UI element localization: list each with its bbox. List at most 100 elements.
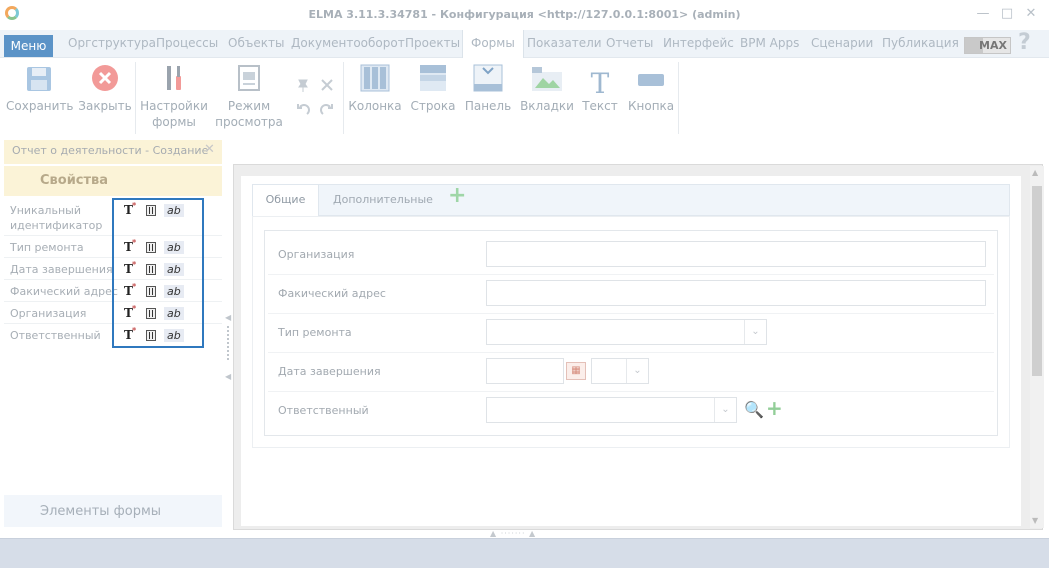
responsible-picker[interactable]: ⌄ — [486, 397, 737, 423]
row-label: Строка — [410, 99, 456, 113]
property-label-address[interactable]: Факический адрес — [10, 284, 122, 299]
max-toggle[interactable]: MAX — [964, 37, 1011, 54]
save-button[interactable]: Сохранить — [6, 64, 74, 114]
form-elements-header[interactable]: Элементы формы — [4, 495, 222, 527]
row-layout-icon — [410, 64, 456, 92]
form-settings-label-2: формы — [152, 115, 196, 129]
form-settings-label-1: Настройки — [140, 99, 208, 113]
field-label-repair-type: Тип ремонта — [278, 326, 352, 339]
wrench-screwdriver-icon — [140, 64, 208, 92]
scroll-down-icon[interactable]: ▼ — [1032, 516, 1038, 525]
property-label-unique-id[interactable]: Уникальный идентификатор — [10, 203, 114, 233]
calendar-icon[interactable]: ▦ — [566, 362, 586, 380]
form-settings-button[interactable]: Настройки формы — [140, 64, 208, 130]
property-label-organization[interactable]: Организация — [10, 306, 114, 321]
menu-item-projects[interactable]: Проекты — [397, 30, 468, 58]
window-title: ELMA 3.11.3.34781 - Конфигурация <http:/… — [308, 8, 741, 21]
menu-item-processes[interactable]: Процессы — [148, 30, 226, 58]
column-button[interactable]: Колонка — [348, 64, 402, 114]
chevron-down-icon[interactable]: ⌄ — [714, 398, 736, 422]
property-label-repair-type[interactable]: Тип ремонта — [10, 240, 114, 255]
menu-item-documents[interactable]: Документооборот — [283, 30, 413, 58]
property-label-line: идентификатор — [10, 219, 103, 232]
view-mode-label-2: просмотра — [215, 115, 283, 129]
button-shape-icon — [628, 64, 674, 92]
view-mode-label-1: Режим — [227, 99, 271, 113]
field-label-address: Факический адрес — [278, 287, 386, 300]
menu-item-bpm-apps[interactable]: BPM Apps — [732, 30, 807, 58]
text-button[interactable]: T Текст — [580, 64, 620, 114]
toolbar-separator — [343, 62, 344, 134]
tabs-button[interactable]: Вкладки — [520, 64, 574, 114]
field-label-responsible: Ответственный — [278, 404, 369, 417]
search-icon[interactable]: 🔍 — [744, 400, 764, 419]
button-button[interactable]: Кнопка — [628, 64, 674, 114]
repair-type-dropdown[interactable]: ⌄ — [486, 319, 767, 345]
add-tab-icon[interactable]: + — [448, 183, 466, 208]
document-preview-icon — [214, 64, 284, 92]
view-mode-button[interactable]: Режим просмотра — [214, 64, 284, 130]
row-divider — [268, 391, 994, 392]
organization-input[interactable] — [486, 241, 986, 267]
address-input[interactable] — [486, 280, 986, 306]
column-label: Колонка — [348, 99, 402, 113]
floppy-disk-icon — [6, 64, 72, 92]
row-button[interactable]: Строка — [410, 64, 456, 114]
tabs-icon — [520, 64, 574, 92]
toolbar-separator — [678, 62, 679, 134]
close-window-button[interactable]: ✕ — [1022, 6, 1040, 22]
delete-icon[interactable] — [320, 78, 334, 95]
close-circle-icon — [78, 64, 132, 92]
menu-item-forms[interactable]: Формы — [462, 30, 524, 58]
row-divider — [268, 352, 994, 353]
menu-item-reports[interactable]: Отчеты — [598, 30, 661, 58]
row-divider — [268, 274, 994, 275]
maximize-button[interactable]: □ — [998, 6, 1016, 22]
chevron-down-icon[interactable]: ⌄ — [744, 320, 766, 344]
column-layout-icon — [348, 64, 402, 92]
button-label: Кнопка — [628, 99, 675, 113]
close-form-button[interactable]: Закрыть — [78, 64, 132, 114]
scroll-up-icon[interactable]: ▲ — [1032, 168, 1038, 177]
panel-icon — [464, 64, 512, 92]
text-t-icon: T — [590, 67, 610, 100]
save-label: Сохранить — [6, 99, 74, 113]
collapse-left-icon[interactable]: ◀ — [225, 313, 231, 322]
panel-button[interactable]: Панель — [464, 64, 512, 114]
add-icon[interactable]: + — [766, 396, 783, 420]
redo-icon[interactable] — [320, 102, 334, 119]
menu-item-scenarios[interactable]: Сценарии — [803, 30, 881, 58]
property-label-completion-date[interactable]: Дата завершения — [10, 262, 114, 277]
undo-icon[interactable] — [296, 102, 310, 119]
scrollbar-thumb[interactable] — [1032, 186, 1042, 376]
menu-item-publication[interactable]: Публикация — [874, 30, 967, 58]
splitter-grip[interactable] — [227, 326, 229, 360]
properties-header[interactable]: Свойства — [4, 166, 222, 196]
field-label-completion-date: Дата завершения — [278, 365, 381, 378]
close-label: Закрыть — [78, 99, 132, 113]
close-tab-icon[interactable]: ✕ — [204, 142, 215, 157]
pin-icon[interactable] — [296, 78, 310, 95]
property-label-line: Уникальный — [10, 204, 81, 217]
text-label: Текст — [582, 99, 618, 113]
time-dropdown[interactable]: ⌄ — [591, 358, 649, 384]
help-icon[interactable]: ? — [1018, 30, 1031, 55]
max-label: MAX — [979, 39, 1007, 52]
minimize-button[interactable]: — — [974, 6, 992, 22]
tabs-label: Вкладки — [520, 99, 574, 113]
menu-item-indicators[interactable]: Показатели — [519, 30, 610, 58]
bottom-splitter-grip[interactable]: ▲ ······· ▲ — [490, 529, 536, 538]
property-label-responsible[interactable]: Ответственный — [10, 328, 114, 343]
menu-item-interface[interactable]: Интерфейс — [655, 30, 742, 58]
row-divider — [268, 313, 994, 314]
menu-button[interactable]: Меню — [4, 35, 53, 57]
document-tab[interactable]: Отчет о деятельности - Создание — [4, 140, 222, 164]
tab-additional[interactable]: Дополнительные — [333, 184, 433, 216]
menu-item-objects[interactable]: Объекты — [220, 30, 292, 58]
collapse-left-icon[interactable]: ◀ — [225, 372, 231, 381]
chevron-down-icon[interactable]: ⌄ — [626, 359, 648, 383]
panel-label: Панель — [464, 99, 512, 113]
field-label-organization: Организация — [278, 248, 355, 261]
tab-general[interactable]: Общие — [252, 184, 319, 216]
date-input[interactable] — [486, 358, 564, 384]
